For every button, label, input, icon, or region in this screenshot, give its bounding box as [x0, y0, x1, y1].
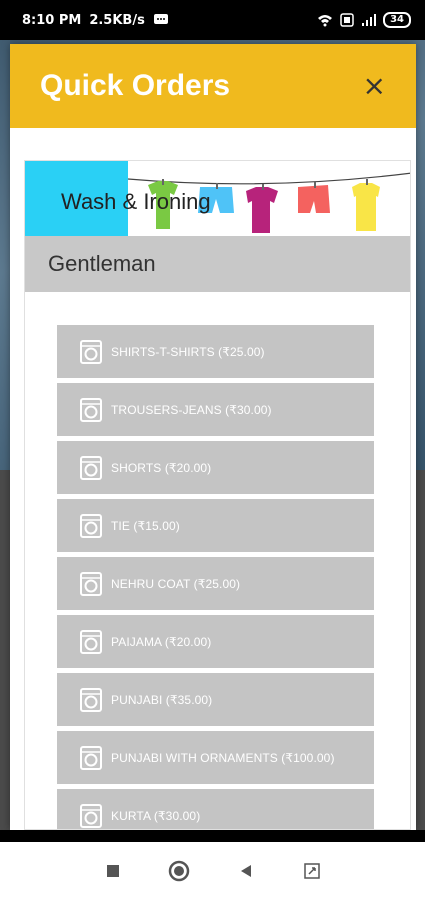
status-bar: 8:10 PM 2.5KB/s 34: [0, 0, 425, 40]
status-speed: 2.5KB/s: [89, 12, 145, 28]
service-item[interactable]: PUNJABI (₹35.00): [57, 673, 374, 726]
circle-home-icon: [169, 860, 190, 882]
service-item[interactable]: PUNJABI WITH ORNAMENTS (₹100.00): [57, 731, 374, 784]
washing-machine-icon: [80, 339, 102, 364]
service-item-label: TIE (₹15.00): [111, 518, 180, 533]
wifi-icon: [318, 15, 333, 27]
system-nav-bar: [0, 830, 425, 900]
service-item[interactable]: SHORTS (₹20.00): [57, 441, 374, 494]
service-item-label: SHIRTS-T-SHIRTS (₹25.00): [111, 344, 265, 359]
status-time: 8:10 PM: [22, 12, 82, 28]
modal-header: Quick Orders ×: [10, 44, 416, 128]
washing-machine-icon: [80, 629, 102, 654]
service-item[interactable]: KURTA (₹30.00): [57, 789, 374, 829]
washing-machine-icon: [80, 397, 102, 422]
item-list: SHIRTS-T-SHIRTS (₹25.00) TROUSERS-JEANS (…: [57, 325, 374, 829]
triangle-back-icon: [240, 865, 251, 877]
battery-icon: 34: [383, 12, 411, 28]
quick-orders-modal: Quick Orders × Wash & Ironing Gentleman …: [10, 44, 416, 830]
service-item-label: SHORTS (₹20.00): [111, 460, 212, 475]
service-banner[interactable]: Wash & Ironing: [25, 161, 410, 236]
square-recents-icon: [107, 865, 120, 877]
service-item-label: NEHRU COAT (₹25.00): [111, 576, 241, 591]
service-item-label: PUNJABI WITH ORNAMENTS (₹100.00): [111, 750, 335, 765]
washing-machine-icon: [80, 455, 102, 480]
washing-machine-icon: [80, 571, 102, 596]
modal-content: Wash & Ironing Gentleman SHIRTS-T-SHIRTS…: [24, 160, 411, 830]
close-button[interactable]: ×: [363, 72, 386, 100]
service-item[interactable]: PAIJAMA (₹20.00): [57, 615, 374, 668]
message-icon: [153, 14, 168, 24]
washing-machine-icon: [80, 687, 102, 712]
banner-title: Wash & Ironing: [61, 189, 211, 214]
screen-rotate-icon: [304, 863, 320, 879]
washing-machine-icon: [80, 745, 102, 770]
service-item-label: PAIJAMA (₹20.00): [111, 634, 212, 649]
service-item[interactable]: TIE (₹15.00): [57, 499, 374, 552]
rotate-button[interactable]: [297, 856, 327, 886]
service-item[interactable]: TROUSERS-JEANS (₹30.00): [57, 383, 374, 436]
service-item-label: PUNJABI (₹35.00): [111, 692, 213, 707]
service-item[interactable]: NEHRU COAT (₹25.00): [57, 557, 374, 610]
home-button[interactable]: [164, 856, 194, 886]
signal-icon: [362, 14, 377, 26]
service-item[interactable]: SHIRTS-T-SHIRTS (₹25.00): [57, 325, 374, 378]
sim-icon: [340, 13, 354, 27]
category-header[interactable]: Gentleman: [25, 236, 410, 292]
washing-machine-icon: [80, 803, 102, 828]
modal-title: Quick Orders: [40, 69, 231, 102]
recents-button[interactable]: [98, 856, 128, 886]
service-item-label: TROUSERS-JEANS (₹30.00): [111, 402, 272, 417]
service-item-label: KURTA (₹30.00): [111, 808, 201, 823]
back-button[interactable]: [231, 856, 261, 886]
washing-machine-icon: [80, 513, 102, 538]
